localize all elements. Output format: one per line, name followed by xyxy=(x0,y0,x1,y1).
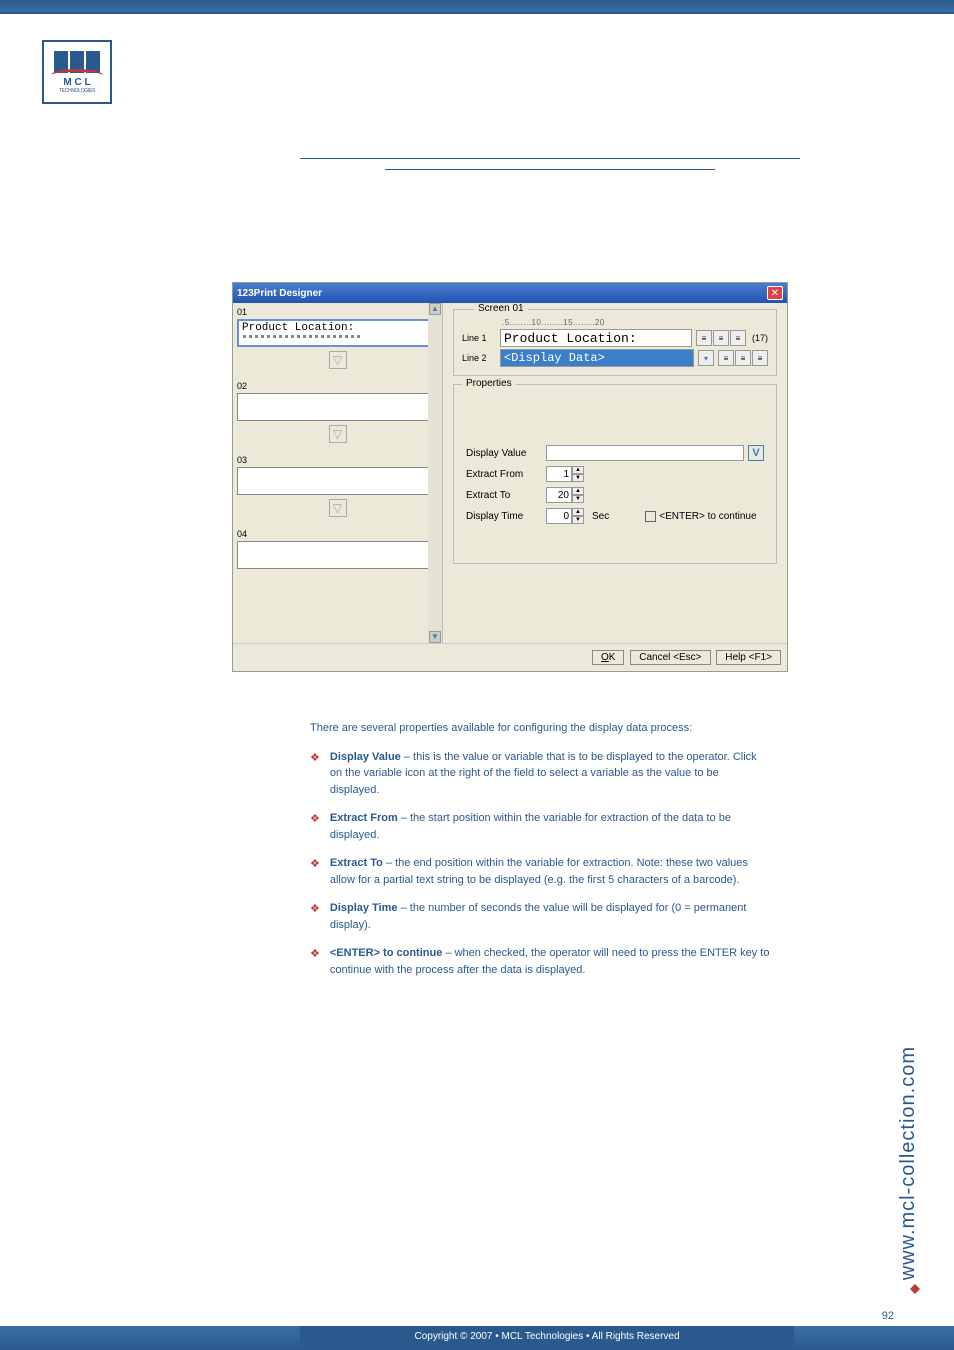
thumb-number: 04 xyxy=(237,529,438,539)
cancel-button[interactable]: Cancel <Esc> xyxy=(630,650,710,665)
bullet-icon: ❖ xyxy=(310,812,320,826)
ok-button[interactable]: OK xyxy=(592,650,624,665)
display-time-input[interactable] xyxy=(546,508,572,524)
align-right-icon[interactable]: ≡ xyxy=(752,350,768,366)
ruler: .5........10........15........20 xyxy=(462,318,768,327)
display-time-unit: Sec xyxy=(592,511,609,522)
thumb-screen-02[interactable] xyxy=(237,393,438,421)
logo-main-text: M C L xyxy=(63,77,90,88)
screen-legend: Screen 01 xyxy=(474,303,528,314)
logo: M C L TECHNOLOGIES xyxy=(42,40,112,104)
extract-to-input[interactable] xyxy=(546,487,572,503)
footer-copyright: Copyright © 2007 • MCL Technologies • Al… xyxy=(300,1326,794,1346)
properties-legend: Properties xyxy=(462,378,516,389)
dialog-title: 123Print Designer xyxy=(237,288,322,299)
display-time-label: Display Time xyxy=(466,511,546,522)
scroll-down-icon[interactable]: ▼ xyxy=(429,631,441,643)
enter-continue-checkbox[interactable] xyxy=(645,511,656,522)
align-center-icon[interactable]: ≡ xyxy=(713,330,729,346)
bullet-icon: ❖ xyxy=(310,751,320,765)
dialog-titlebar: 123Print Designer ✕ xyxy=(233,283,787,303)
line1-field[interactable]: Product Location: xyxy=(500,329,692,347)
extract-from-input[interactable] xyxy=(546,466,572,482)
line1-label: Line 1 xyxy=(462,333,496,343)
extract-to-spinner[interactable]: ▲▼ xyxy=(546,487,586,503)
side-url-icon xyxy=(910,1284,920,1294)
dropdown-icon[interactable]: ▾ xyxy=(698,350,714,366)
thumb-screen-03[interactable] xyxy=(237,467,438,495)
bullet-item: Display Time – the number of seconds the… xyxy=(330,900,770,933)
scroll-up-icon[interactable]: ▲ xyxy=(429,303,441,315)
extract-from-label: Extract From xyxy=(466,469,546,480)
thumb-screen-04[interactable] xyxy=(237,541,438,569)
bullet-icon: ❖ xyxy=(310,902,320,916)
arrow-down-icon: ▽ xyxy=(329,425,347,443)
line1-char-count: (17) xyxy=(750,333,768,343)
properties-group: Properties Display Value V Extract From … xyxy=(453,384,777,564)
body-text: There are several properties available f… xyxy=(310,720,770,990)
align-left-icon[interactable]: ≡ xyxy=(696,330,712,346)
screens-thumb-list: 01 Product Location: ▽ 02 ▽ 03 ▽ xyxy=(233,303,443,643)
align-left-icon[interactable]: ≡ xyxy=(718,350,734,366)
line2-label: Line 2 xyxy=(462,353,496,363)
align-right-icon[interactable]: ≡ xyxy=(730,330,746,346)
variable-icon[interactable]: V xyxy=(748,445,764,461)
logo-sub-text: TECHNOLOGIES xyxy=(59,88,95,94)
header-rules xyxy=(300,158,800,176)
line2-field[interactable]: <Display Data> xyxy=(500,349,694,367)
side-url: www.mcl-collection.com xyxy=(897,1046,920,1280)
thumb-number: 02 xyxy=(237,381,438,391)
bullet-item: Extract From – the start position within… xyxy=(330,810,770,843)
extract-to-label: Extract To xyxy=(466,490,546,501)
display-value-label: Display Value xyxy=(466,448,546,459)
extract-from-spinner[interactable]: ▲▼ xyxy=(546,466,586,482)
bullet-item: Display Value – this is the value or var… xyxy=(330,749,770,799)
page-number: 92 xyxy=(882,1310,894,1322)
bullet-item: <ENTER> to continue – when checked, the … xyxy=(330,945,770,978)
thumb-number: 01 xyxy=(237,307,438,317)
enter-continue-label: <ENTER> to continue xyxy=(659,511,756,522)
arrow-down-icon: ▽ xyxy=(329,351,347,369)
thumb-number: 03 xyxy=(237,455,438,465)
scrollbar[interactable]: ▲ ▼ xyxy=(428,303,442,643)
arrow-down-icon: ▽ xyxy=(329,499,347,517)
display-value-input[interactable] xyxy=(546,445,744,461)
help-button[interactable]: Help <F1> xyxy=(716,650,781,665)
display-time-spinner[interactable]: ▲▼ xyxy=(546,508,586,524)
screenshot: 123Print Designer ✕ 01 Product Location:… xyxy=(232,282,788,672)
align-center-icon[interactable]: ≡ xyxy=(735,350,751,366)
close-icon[interactable]: ✕ xyxy=(767,286,783,300)
bullet-item: Extract To – the end position within the… xyxy=(330,855,770,888)
intro-paragraph: There are several properties available f… xyxy=(310,720,770,737)
top-bar xyxy=(0,0,954,14)
thumb-screen-01[interactable]: Product Location: xyxy=(237,319,438,347)
screen-group: Screen 01 .5........10........15........… xyxy=(453,309,777,376)
bullet-icon: ❖ xyxy=(310,947,320,961)
bullet-icon: ❖ xyxy=(310,857,320,871)
